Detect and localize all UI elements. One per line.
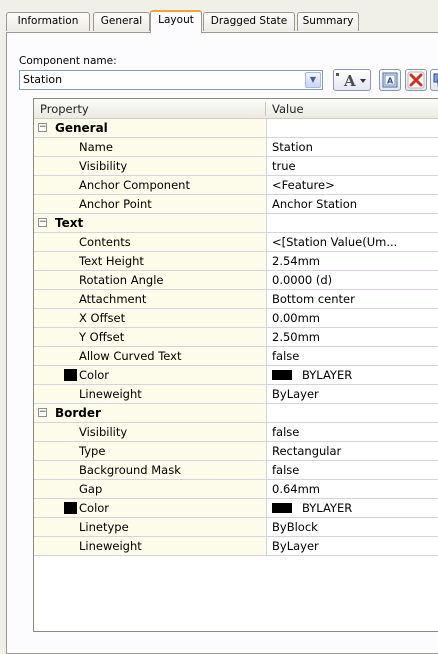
property-label: Visibility [79,159,128,173]
property-label: Allow Curved Text [79,349,182,363]
collapse-icon[interactable]: − [38,123,47,132]
color-swatch-icon [272,503,292,513]
svg-text:A: A [387,77,394,86]
component-name-label: Component name: [19,55,117,67]
property-row[interactable]: Attachment Bottom center [34,290,438,309]
property-row[interactable]: Y Offset 2.50mm [34,328,438,347]
property-value[interactable]: Bottom center [272,290,436,308]
property-value[interactable]: ByLayer [272,385,436,403]
property-label: Background Mask [79,463,181,477]
tab-dragged-state[interactable]: Dragged State [203,12,295,31]
grid-header: Property Value [34,99,438,119]
property-row[interactable]: Background Mask false [34,461,438,480]
property-label: Anchor Point [79,197,152,211]
property-value[interactable]: <[Station Value(Um... [272,233,436,251]
property-row[interactable]: Rotation Angle 0.0000 (d) [34,271,438,290]
property-value[interactable]: BYLAYER [272,499,436,517]
property-label: Type [79,444,106,458]
property-value[interactable]: Anchor Station [272,195,436,213]
color-swatch-icon [64,502,77,514]
component-name-value: Station [23,73,63,86]
property-row[interactable]: Gap 0.64mm [34,480,438,499]
text-style-button[interactable]: A [379,69,401,91]
property-row[interactable]: Lineweight ByLayer [34,537,438,556]
group-label: General [55,121,108,135]
collapse-icon[interactable]: − [38,218,47,227]
property-value[interactable]: ByLayer [272,537,436,555]
tab-layout[interactable]: Layout [150,10,202,33]
tab-information[interactable]: Information [6,12,90,31]
property-value[interactable]: ByBlock [272,518,436,536]
property-row[interactable]: Linetype ByBlock [34,518,438,537]
property-value[interactable]: true [272,157,436,175]
property-value[interactable]: 2.50mm [272,328,436,346]
property-value[interactable]: 0.64mm [272,480,436,498]
text-component-glyph: A [343,72,356,89]
text-style-icon: A [382,72,398,88]
property-value[interactable]: 0.00mm [272,309,436,327]
collapse-icon[interactable]: − [38,408,47,417]
property-value[interactable]: 2.54mm [272,252,436,270]
property-value[interactable]: false [272,423,436,441]
property-row[interactable]: Lineweight ByLayer [34,385,438,404]
property-row[interactable]: Anchor Point Anchor Station [34,195,438,214]
property-label: Y Offset [79,330,125,344]
property-row[interactable]: Contents <[Station Value(Um... [34,233,438,252]
column-separator[interactable] [265,102,266,116]
property-label: Linetype [79,520,129,534]
delete-icon [407,71,425,89]
property-row[interactable]: Allow Curved Text false [34,347,438,366]
property-label: Lineweight [79,387,142,401]
property-row[interactable]: Visibility true [34,157,438,176]
property-row[interactable]: Visibility false [34,423,438,442]
color-swatch-icon [272,370,292,380]
property-value[interactable]: false [272,347,436,365]
property-row[interactable]: Color BYLAYER [34,366,438,385]
chevron-down-icon[interactable]: ▼ [305,72,321,88]
property-label: Anchor Component [79,178,190,192]
property-label: Gap [79,482,103,496]
move-component-button[interactable] [430,69,438,91]
tab-general[interactable]: General [93,12,150,31]
property-label: Color [64,499,109,517]
property-row[interactable]: Color BYLAYER [34,499,438,518]
group-row-general[interactable]: − General [34,119,438,138]
property-row[interactable]: X Offset 0.00mm [34,309,438,328]
property-value[interactable]: BYLAYER [272,366,436,384]
text-component-button[interactable]: A [333,69,371,91]
property-row[interactable]: Text Height 2.54mm [34,252,438,271]
property-label: Attachment [79,292,147,306]
property-value[interactable]: 0.0000 (d) [272,271,436,289]
property-row[interactable]: Type Rectangular [34,442,438,461]
move-icon [433,73,438,87]
component-name-combo[interactable]: Station ▼ [19,70,323,90]
property-row[interactable]: Anchor Component <Feature> [34,176,438,195]
property-grid: Property Value − General Name Station Vi… [33,98,438,632]
property-value[interactable]: false [272,461,436,479]
group-row-border[interactable]: − Border [34,404,438,423]
property-row[interactable]: Name Station [34,138,438,157]
group-row-text[interactable]: − Text [34,214,438,233]
delete-component-button[interactable] [405,69,427,91]
property-label: Color [64,366,109,384]
property-value[interactable]: <Feature> [272,176,436,194]
group-label: Text [55,216,84,230]
property-value[interactable]: Rectangular [272,442,436,460]
color-swatch-icon [64,369,77,381]
property-label: Rotation Angle [79,273,164,287]
text-component-icon: A [336,72,366,89]
property-label: Text Height [79,254,144,268]
tab-summary[interactable]: Summary [297,12,359,31]
property-value[interactable]: Station [272,138,436,156]
property-column-header[interactable]: Property [40,99,89,119]
property-label: X Offset [79,311,126,325]
group-label: Border [55,406,101,420]
value-column-header[interactable]: Value [272,99,304,119]
property-label: Visibility [79,425,128,439]
property-label: Contents [79,235,131,249]
property-label: Name [79,140,113,154]
property-label: Lineweight [79,539,142,553]
